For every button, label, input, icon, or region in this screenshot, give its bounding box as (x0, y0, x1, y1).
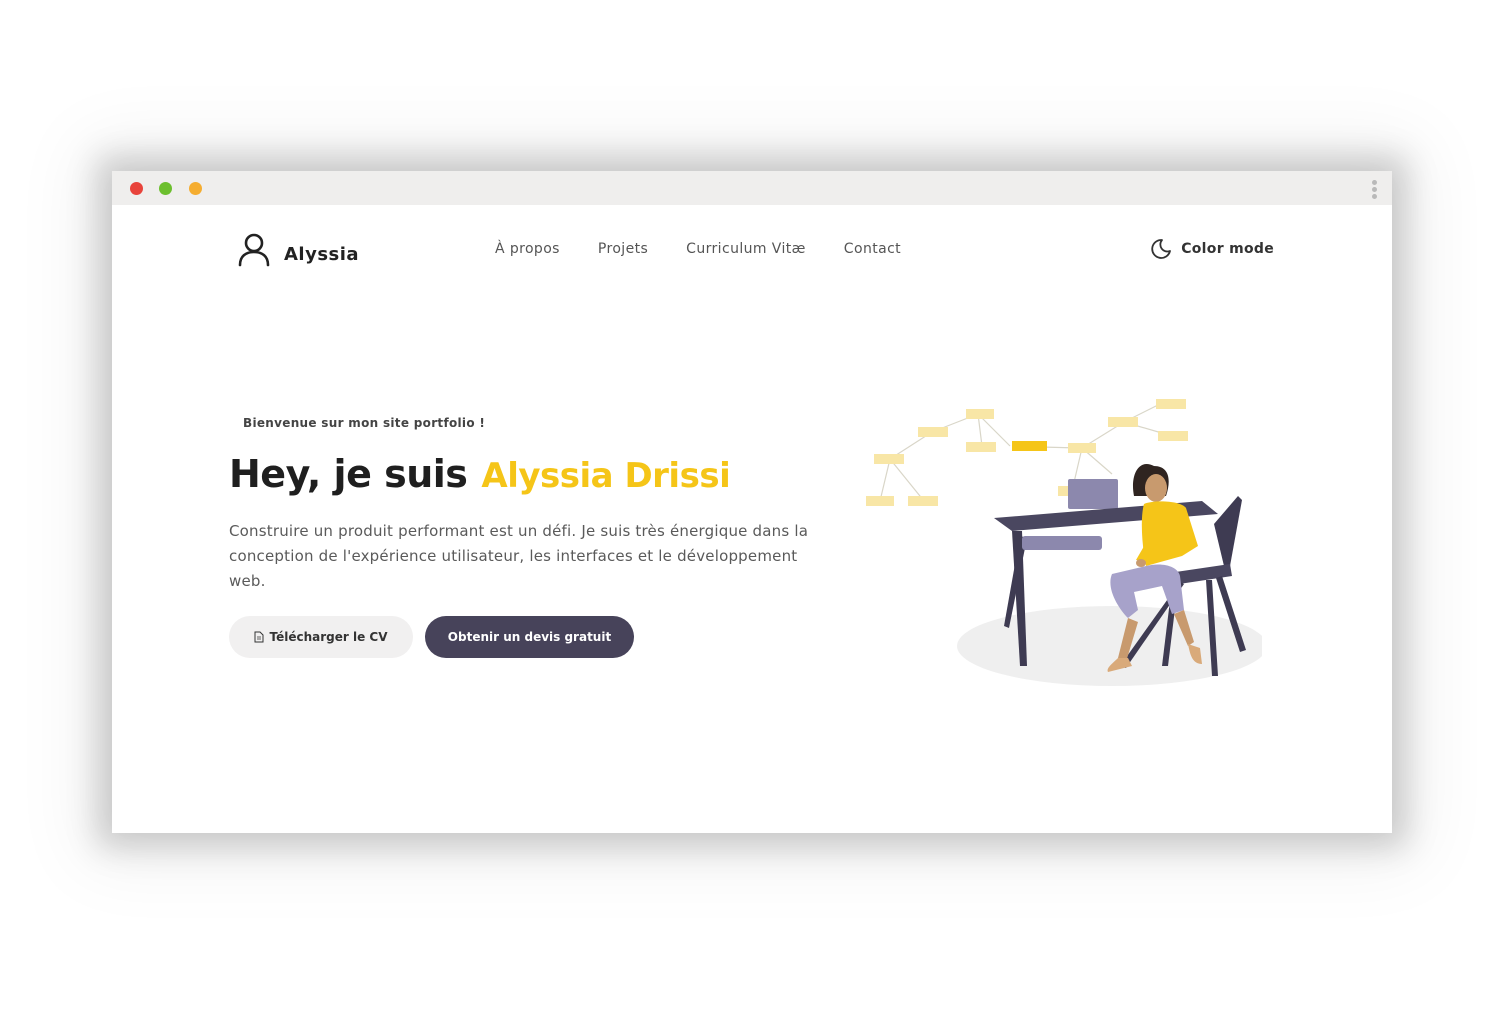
nav-menu: À propos Projets Curriculum Vitæ Contact (495, 241, 901, 257)
brand-name: Alyssia (284, 243, 360, 265)
headline: Hey, je suis Alyssia Drissi (229, 452, 829, 496)
headline-name: Alyssia Drissi (481, 456, 731, 496)
nav-link-projets[interactable]: Projets (598, 241, 648, 257)
workspace-illustration (866, 399, 1262, 686)
brand-logo[interactable]: Alyssia (236, 231, 359, 267)
hero-description: Construire un produit performant est un … (229, 522, 809, 590)
hero-section: Bienvenue sur mon site portfolio ! Hey, … (229, 416, 829, 658)
minimize-window-button[interactable] (159, 182, 172, 195)
kebab-menu-icon[interactable] (1372, 180, 1378, 199)
download-cv-button[interactable]: Télécharger le CV (229, 616, 413, 658)
welcome-text: Bienvenue sur mon site portfolio ! (243, 416, 486, 430)
free-quote-button[interactable]: Obtenir un devis gratuit (425, 616, 634, 658)
moon-icon (1151, 239, 1172, 259)
top-navigation: Alyssia À propos Projets Curriculum Vitæ… (112, 205, 1392, 295)
title-bar (112, 171, 1392, 205)
nav-link-a-propos[interactable]: À propos (495, 241, 560, 257)
document-icon (254, 631, 264, 643)
color-mode-toggle[interactable]: Color mode (1149, 237, 1274, 261)
maximize-window-button[interactable] (189, 182, 202, 195)
browser-window: Alyssia À propos Projets Curriculum Vitæ… (112, 171, 1392, 833)
nav-link-cv[interactable]: Curriculum Vitæ (686, 241, 806, 257)
hero-buttons: Télécharger le CV Obtenir un devis gratu… (229, 616, 829, 658)
download-cv-label: Télécharger le CV (269, 630, 388, 644)
headline-prefix: Hey, je suis (229, 452, 468, 496)
user-icon (238, 233, 270, 267)
free-quote-label: Obtenir un devis gratuit (447, 630, 612, 644)
close-window-button[interactable] (130, 182, 143, 195)
nav-link-contact[interactable]: Contact (844, 241, 901, 257)
color-mode-label: Color mode (1181, 241, 1274, 257)
